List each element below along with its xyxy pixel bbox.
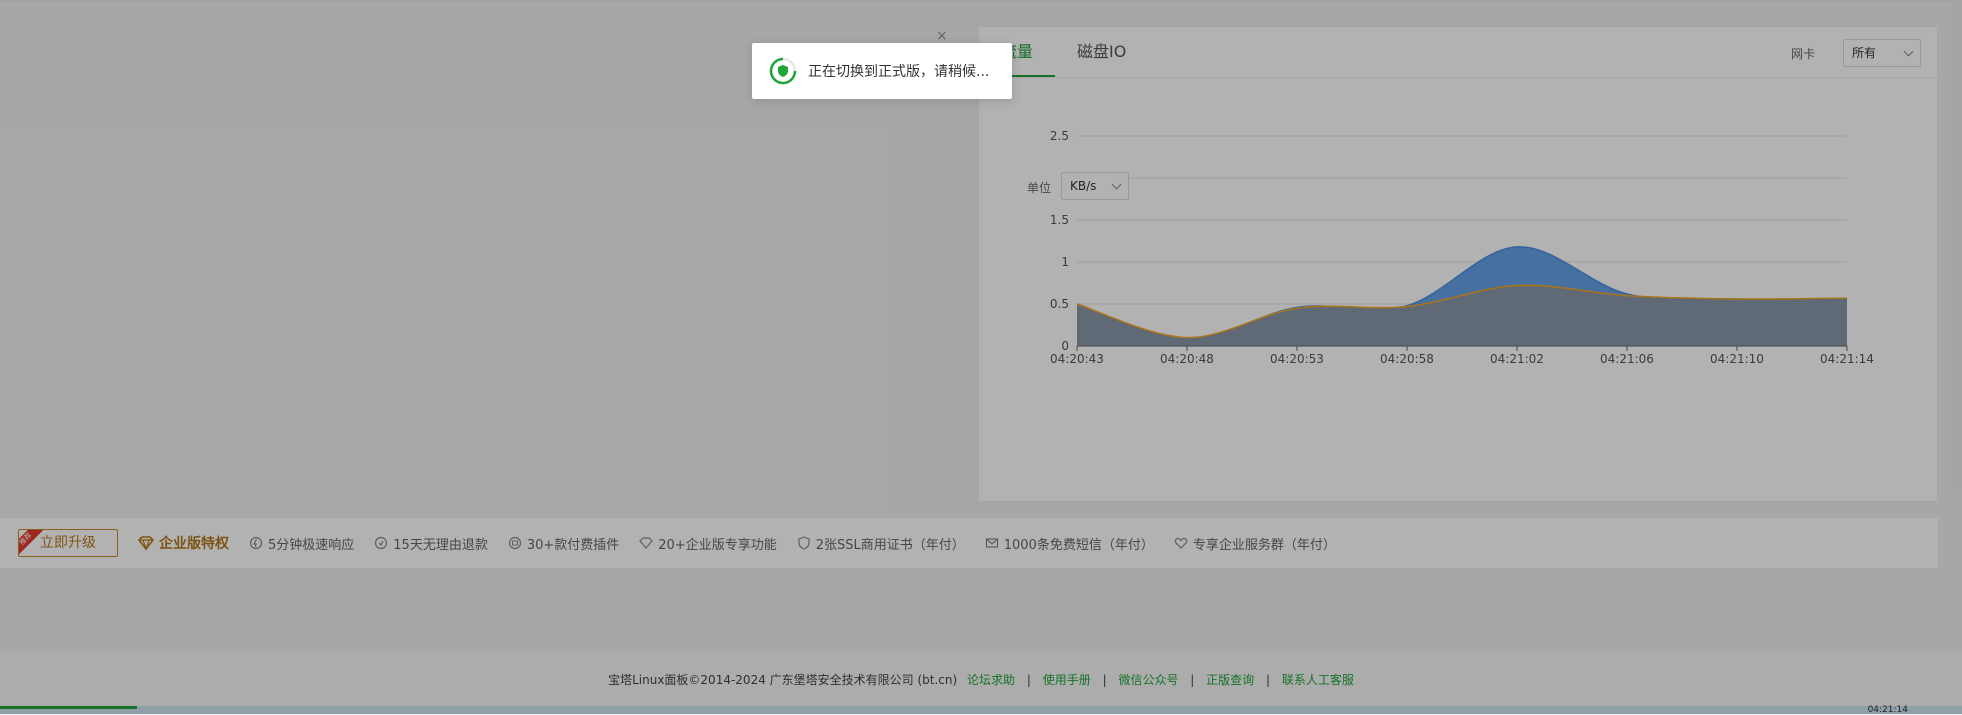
- close-icon[interactable]: ×: [936, 28, 948, 44]
- loading-toast: 正在切换到正式版，请稍候...: [752, 43, 1012, 99]
- modal-overlay: [0, 0, 1962, 714]
- toast-message: 正在切换到正式版，请稍候...: [808, 64, 990, 80]
- loading-spinner-icon: [769, 57, 797, 85]
